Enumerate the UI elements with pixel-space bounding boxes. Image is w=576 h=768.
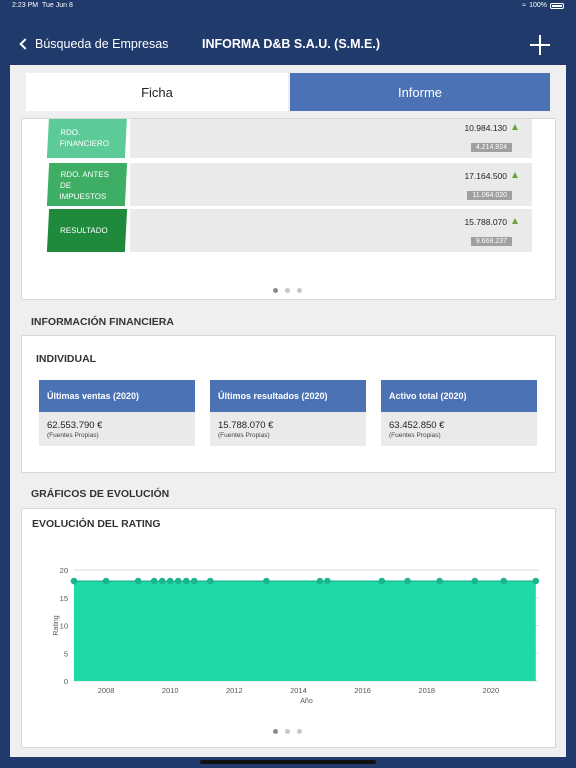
financial-box-title: Últimos resultados (2020)	[210, 380, 366, 412]
tab-informe[interactable]: Informe	[290, 73, 550, 111]
rating-point[interactable]	[166, 577, 174, 585]
result-label-line: DE	[59, 181, 72, 190]
result-row-antes-impuestos: RDO. ANTES DE IMPUESTOS 17.164.500 11.064.…	[46, 163, 532, 206]
chart-page-indicator	[273, 729, 302, 734]
status-bar: 2:23 PM Tue Jun 8 ≈ 100%	[0, 0, 576, 13]
rating-point[interactable]	[102, 577, 110, 585]
page-dot[interactable]	[273, 288, 278, 293]
rating-point[interactable]	[532, 577, 540, 585]
result-label-line: FINANCIERO	[59, 139, 110, 148]
result-label: RDO. ANTES DE IMPUESTOS	[46, 163, 128, 206]
back-button[interactable]: Búsqueda de Empresas	[18, 37, 168, 51]
result-value: 10.984.130	[464, 123, 518, 133]
financial-box-amount: 63.452.850 €	[389, 420, 445, 431]
page-dot[interactable]	[297, 729, 302, 734]
rating-point[interactable]	[206, 577, 214, 585]
financial-box-amount: 62.553.790 €	[47, 420, 103, 431]
financial-box-title: Activo total (2020)	[381, 380, 537, 412]
rating-area	[74, 581, 536, 681]
page-title: INFORMA D&B S.A.U. (S.M.E.)	[202, 37, 381, 51]
result-label: RDO. FINANCIERO	[46, 119, 128, 158]
navigation-bar: Búsqueda de Empresas INFORMA D&B S.A.U. …	[0, 13, 576, 65]
battery-percent: 100%	[529, 2, 547, 9]
rating-chart[interactable]: 0 5 10 15 20 2008 2010 2012 2014 2016 2018 2020 Año R…	[22, 509, 557, 749]
rating-point[interactable]	[134, 577, 142, 585]
status-right: ≈ 100%	[522, 2, 564, 9]
x-tick-label: 2012	[226, 686, 243, 695]
home-indicator	[200, 760, 376, 764]
card-title-individual: INDIVIDUAL	[36, 353, 97, 365]
arrow-up-icon	[512, 218, 518, 224]
chevron-left-icon	[19, 38, 31, 50]
rating-point[interactable]	[182, 577, 190, 585]
tab-ficha[interactable]: Ficha	[26, 73, 288, 111]
page-dot[interactable]	[273, 729, 278, 734]
rating-point[interactable]	[263, 577, 270, 585]
x-tick-label: 2018	[418, 686, 435, 695]
wifi-icon: ≈	[522, 2, 527, 9]
financial-box-title: Últimas ventas (2020)	[39, 380, 195, 412]
arrow-up-icon	[512, 124, 518, 130]
y-tick-label: 0	[64, 677, 68, 686]
page-dot[interactable]	[297, 288, 302, 293]
section-title-financial: INFORMACIÓN FINANCIERA	[31, 316, 174, 328]
add-button[interactable]	[530, 35, 550, 55]
result-previous: 4.214.924	[470, 143, 512, 152]
status-time: 2:23 PM Tue Jun 8	[12, 2, 73, 9]
rating-point[interactable]	[174, 577, 182, 585]
rating-chart-card[interactable]: EVOLUCIÓN DEL RATING 0 5 10 15 20 2008 2010 201…	[21, 508, 556, 748]
rating-point[interactable]	[436, 577, 443, 585]
battery-icon	[550, 2, 564, 9]
financial-box-ventas[interactable]: Últimas ventas (2020) 62.553.790 € (Fuen…	[39, 380, 195, 446]
x-tick-label: 2008	[98, 686, 115, 695]
x-tick-label: 2014	[290, 686, 307, 695]
y-tick-label: 10	[60, 622, 68, 631]
y-tick-label: 5	[64, 649, 68, 658]
main-content[interactable]: Ficha Informe RDO. FINANCIERO 10.984.130 …	[10, 65, 566, 757]
page-dot[interactable]	[285, 288, 290, 293]
section-title-evolution: GRÁFICOS DE EVOLUCIÓN	[31, 488, 170, 500]
rating-point[interactable]	[378, 577, 386, 585]
result-label-line: IMPUESTOS	[59, 192, 107, 201]
x-tick-label: 2010	[162, 686, 179, 695]
rating-point[interactable]	[190, 577, 198, 585]
financial-box-source: (Fuentes Propias)	[218, 432, 270, 439]
rating-point[interactable]	[158, 577, 166, 585]
result-previous: 11.064.020	[467, 191, 512, 200]
y-tick-label: 15	[60, 594, 68, 603]
result-value: 17.164.500	[464, 171, 518, 181]
result-previous: 9.669.237	[470, 237, 512, 246]
result-label-line: RDO.	[59, 128, 81, 137]
arrow-up-icon	[512, 172, 518, 178]
result-label-line: RDO. ANTES	[60, 170, 110, 179]
page-dot[interactable]	[285, 729, 290, 734]
rating-point[interactable]	[500, 577, 508, 585]
result-label: RESULTADO	[46, 209, 128, 252]
rating-point[interactable]	[404, 577, 411, 585]
back-label: Búsqueda de Empresas	[35, 37, 169, 51]
rating-point[interactable]	[150, 577, 158, 585]
result-value: 15.788.070	[464, 217, 518, 227]
page-indicator	[273, 288, 302, 293]
rating-point[interactable]	[70, 577, 78, 585]
rating-point[interactable]	[471, 577, 479, 585]
rating-point[interactable]	[324, 577, 331, 585]
financial-box-activo[interactable]: Activo total (2020) 63.452.850 € (Fuente…	[381, 380, 537, 446]
y-tick-label: 20	[60, 566, 68, 575]
financial-box-source: (Fuentes Propias)	[47, 432, 99, 439]
financial-box-source: (Fuentes Propias)	[389, 432, 441, 439]
results-card[interactable]: RDO. FINANCIERO 10.984.130 4.214.924 RDO.…	[21, 118, 556, 300]
financial-box-resultados[interactable]: Últimos resultados (2020) 15.788.070 € (…	[210, 380, 366, 446]
result-label-line: RESULTADO	[59, 226, 108, 235]
x-tick-label: 2020	[483, 686, 500, 695]
x-tick-label: 2016	[354, 686, 371, 695]
result-row-resultado: RESULTADO 15.788.070 9.669.237	[46, 209, 532, 252]
result-row-financiero: RDO. FINANCIERO 10.984.130 4.214.924	[46, 119, 532, 158]
financial-box-amount: 15.788.070 €	[218, 420, 274, 431]
y-axis-label: Rating	[53, 615, 60, 635]
rating-point[interactable]	[316, 577, 324, 585]
financial-card: INDIVIDUAL Últimas ventas (2020) 62.553.…	[21, 335, 556, 473]
x-axis-label: Año	[300, 698, 313, 705]
